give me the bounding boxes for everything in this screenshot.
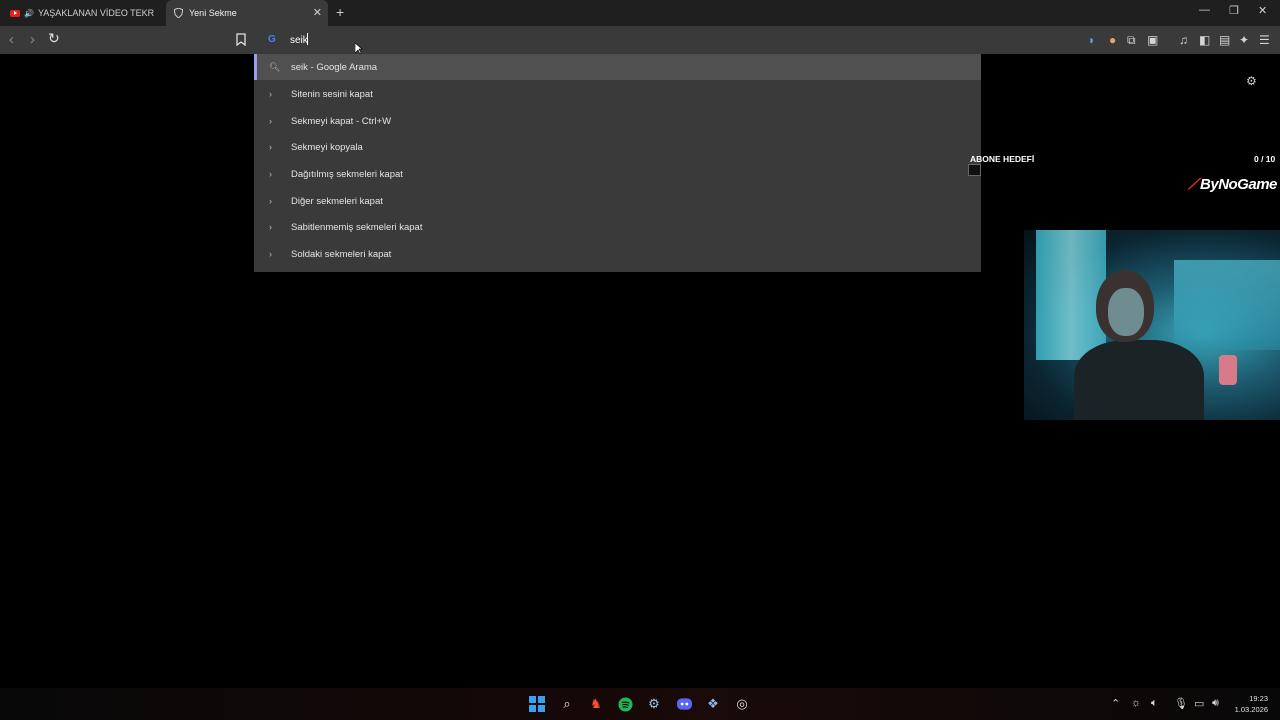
gear-icon[interactable]: ⚙: [1246, 74, 1257, 88]
subscriber-goal-count: 0 / 10: [1254, 154, 1276, 164]
suggestion-item[interactable]: › Soldaki sekmeleri kapat: [254, 241, 981, 267]
chevron-right-icon: ›: [269, 142, 272, 152]
speaker-icon[interactable]: 🔊: [24, 9, 34, 18]
display-icon[interactable]: ▭: [1194, 697, 1204, 710]
suggestion-item[interactable]: › Sitenin sesini kapat: [254, 81, 981, 107]
obs-icon[interactable]: ◎: [734, 696, 750, 712]
app-grid-icon[interactable]: ❖: [705, 696, 721, 712]
chevron-right-icon: ›: [269, 222, 272, 232]
subscriber-goal-bar: [968, 164, 981, 176]
brave-shield-icon: [174, 8, 183, 18]
brave-browser-icon[interactable]: ♞: [588, 696, 604, 712]
tab-new-tab[interactable]: Yeni Sekme ✕: [166, 0, 328, 26]
clock-date: 1.03.2026: [1234, 705, 1268, 714]
close-tab-icon[interactable]: ✕: [313, 6, 322, 19]
volume-icon[interactable]: 🔈︎: [1151, 697, 1158, 710]
suggestion-item[interactable]: 🔍︎ seik - Google Arama: [254, 54, 981, 80]
system-clock[interactable]: 19:23 1.03.2026: [1230, 693, 1268, 715]
suggestion-item[interactable]: › Sekmeyi kapat - Ctrl+W: [254, 108, 981, 134]
suggestion-item[interactable]: › Sekmeyi kopyala: [254, 134, 981, 160]
new-tab-button[interactable]: +: [336, 4, 344, 20]
tab-youtube[interactable]: 🔊 YAŞAKLANAN VİDEO TEKRAR YA: [4, 0, 154, 26]
suggestion-item[interactable]: › Sabitlenmemiş sekmeleri kapat: [254, 214, 981, 240]
address-bar[interactable]: G: [254, 26, 981, 53]
tab-strip: 🔊 YAŞAKLANAN VİDEO TEKRAR YA Yeni Sekme …: [0, 0, 1280, 26]
google-g-icon: G: [268, 34, 276, 45]
microphone-icon[interactable]: 🎙︎: [1174, 697, 1188, 710]
rewards-icon[interactable]: ●: [1109, 33, 1116, 47]
webcam-feed: [1024, 230, 1280, 420]
search-icon[interactable]: ⌕: [559, 696, 575, 712]
forward-button[interactable]: ›: [30, 31, 35, 48]
streamer-body: [1074, 340, 1204, 420]
close-window-button[interactable]: ✕: [1258, 4, 1267, 17]
chevron-right-icon: ›: [269, 89, 272, 99]
chevron-up-icon[interactable]: ⌃: [1111, 697, 1120, 710]
address-input[interactable]: [290, 32, 790, 48]
streamer: [1074, 270, 1204, 420]
mouse-cursor-icon: [355, 43, 363, 55]
chevron-right-icon: ›: [269, 196, 272, 206]
search-icon: 🔍︎: [269, 61, 281, 72]
restore-button[interactable]: ❐: [1229, 4, 1239, 17]
speaker-icon[interactable]: 🔊︎: [1212, 697, 1219, 710]
streamer-face: [1108, 288, 1144, 336]
leo-ai-icon[interactable]: ✦: [1239, 33, 1249, 47]
spotify-icon[interactable]: [617, 696, 633, 712]
tab-title: YAŞAKLANAN VİDEO TEKRAR YA: [37, 8, 154, 18]
subscriber-goal-label: ABONE HEDEFİ: [970, 154, 1035, 164]
extensions-icon[interactable]: ⧉: [1127, 33, 1136, 48]
chevron-right-icon: ›: [269, 116, 272, 126]
menu-icon[interactable]: ☰: [1259, 33, 1270, 47]
discord-icon[interactable]: [676, 696, 692, 712]
brave-talk-icon[interactable]: ◗: [1088, 33, 1095, 47]
chevron-right-icon: ›: [269, 249, 272, 259]
minimize-button[interactable]: —: [1199, 4, 1210, 16]
chevron-right-icon: ›: [269, 169, 272, 179]
brand-logo: ⟋ ByNoGame: [1188, 176, 1277, 193]
steam-icon[interactable]: ⚙: [646, 696, 662, 712]
side-panel-icon[interactable]: ◧: [1199, 33, 1210, 47]
brightness-icon[interactable]: ☼: [1131, 697, 1141, 709]
tab-title: Yeni Sekme: [189, 8, 237, 18]
media-icon[interactable]: ♫: [1179, 33, 1188, 47]
sidebar-icon[interactable]: ▣: [1147, 33, 1158, 47]
wallet-icon[interactable]: ▤: [1219, 33, 1230, 47]
windows-start-icon[interactable]: [529, 696, 545, 712]
microphone: [1219, 355, 1237, 385]
reload-button[interactable]: ↻: [48, 30, 60, 47]
clock-time: 19:23: [1249, 694, 1268, 703]
taskbar: [0, 688, 1280, 720]
bynogame-mark-icon: ⟋: [1188, 176, 1199, 193]
youtube-icon: [10, 9, 20, 17]
omnibox-suggestions: 🔍︎ seik - Google Arama › Sitenin sesini …: [254, 53, 981, 272]
suggestion-item[interactable]: › Dağıtılmış sekmeleri kapat: [254, 161, 981, 187]
bookmark-icon[interactable]: [236, 33, 246, 46]
text-caret: [307, 33, 308, 45]
back-button[interactable]: ‹: [9, 31, 14, 48]
suggestion-item[interactable]: › Diğer sekmeleri kapat: [254, 188, 981, 214]
